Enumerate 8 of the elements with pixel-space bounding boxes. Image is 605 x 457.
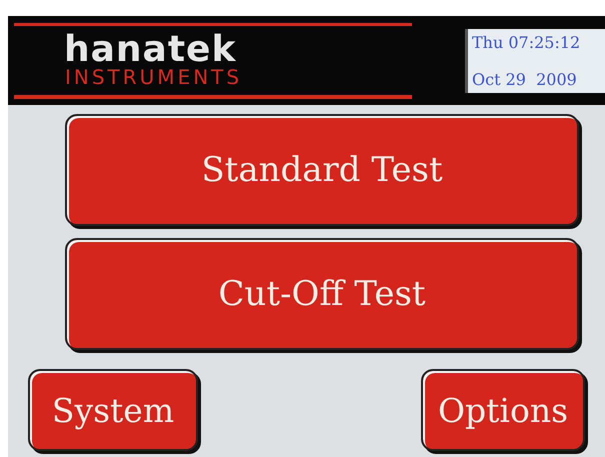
clock-date: Oct 29 2009: [472, 70, 578, 88]
menu-button[interactable]: Standard Test: [65, 114, 579, 226]
menu-button[interactable]: Cut-Off Test: [65, 238, 579, 350]
clock-time: Thu 07:25:12: [472, 32, 582, 52]
menu-button[interactable]: System: [28, 369, 198, 451]
logo-tagline: INSTRUMENTS: [65, 67, 242, 87]
menu-button[interactable]: Options: [421, 369, 585, 451]
logo-name: hanatek: [64, 33, 236, 67]
